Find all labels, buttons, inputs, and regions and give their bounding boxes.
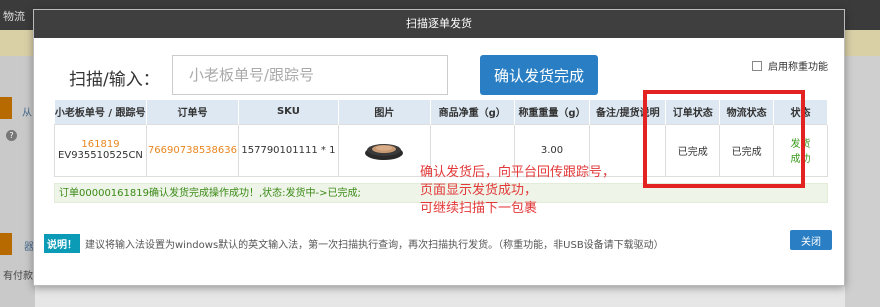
scan-label: 扫描/输入： bbox=[69, 70, 160, 90]
annotation-text: 确认发货后，向平台回传跟踪号， 页面显示发货成功， 可继续扫描下一包裹 bbox=[420, 164, 615, 218]
note-text: 建议将输入法设置为windows默认的英文输入法，第一次扫描执行查询，再次扫描执… bbox=[85, 240, 664, 251]
status-highlight-box bbox=[643, 90, 805, 188]
instruction-note: 说明！ 建议将输入法设置为windows默认的英文输入法，第一次扫描执行查询，再… bbox=[44, 234, 664, 253]
annotation-line-3: 可继续扫描下一包裹 bbox=[420, 201, 538, 216]
close-button[interactable]: 关闭 bbox=[790, 230, 832, 250]
scan-input[interactable] bbox=[172, 55, 448, 95]
confirm-ship-button[interactable]: 确认发货完成 bbox=[480, 55, 598, 95]
col-weighed: 称重重量（g） bbox=[514, 100, 591, 124]
cell-xlb-tracking: 161819 EV935510525CN bbox=[54, 123, 147, 177]
weigh-checkbox[interactable] bbox=[752, 60, 762, 71]
col-order-no: 订单号 bbox=[146, 100, 239, 124]
col-xlb-tracking: 小老板单号 / 跟踪号 bbox=[54, 100, 147, 124]
cell-order-no: 76690738538636 bbox=[145, 123, 239, 177]
xlb-order-link[interactable]: 161819 bbox=[55, 139, 146, 150]
weigh-toggle[interactable]: 启用称重功能 bbox=[752, 58, 828, 73]
cell-sku: 157790101111 * 1 bbox=[237, 123, 339, 177]
col-sku: SKU bbox=[238, 100, 339, 124]
modal-title: 扫描逐单发货 bbox=[34, 10, 844, 38]
background-right-panel bbox=[845, 56, 880, 307]
product-image bbox=[365, 143, 404, 160]
col-image: 图片 bbox=[338, 100, 431, 124]
background-topbar-text: 物流 bbox=[3, 10, 25, 23]
order-number-link[interactable]: 76690738538636 bbox=[148, 145, 237, 156]
annotation-line-1: 确认发货后，向平台回传跟踪号， bbox=[420, 165, 616, 180]
annotation-line-2: 页面显示发货成功， bbox=[420, 183, 538, 198]
weigh-label: 启用称重功能 bbox=[768, 62, 828, 73]
note-tag: 说明！ bbox=[44, 234, 80, 253]
cell-image bbox=[337, 123, 431, 177]
col-net-weight: 商品净重（g） bbox=[430, 100, 515, 124]
background-orange-tab-2 bbox=[0, 233, 12, 255]
background-link-1: 从 bbox=[22, 108, 32, 119]
tracking-number: EV935510525CN bbox=[58, 150, 143, 161]
background-orange-tab bbox=[0, 97, 12, 119]
help-icon: ? bbox=[6, 130, 17, 141]
background-text-3: 有付款 bbox=[3, 271, 33, 282]
